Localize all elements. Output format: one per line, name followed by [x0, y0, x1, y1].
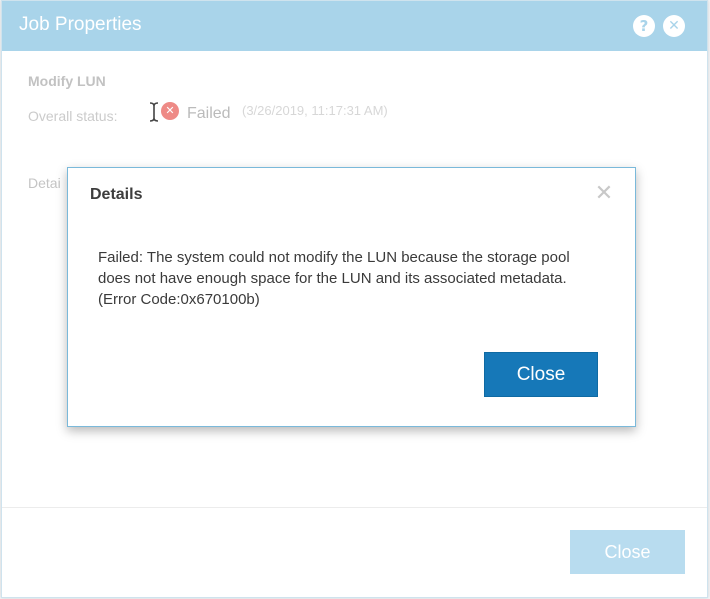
status-timestamp: (3/26/2019, 11:17:31 AM)	[242, 103, 388, 118]
error-icon: ✕	[161, 102, 179, 120]
help-icon[interactable]: ?	[633, 15, 655, 37]
close-icon[interactable]: ✕	[663, 15, 685, 37]
dialog-header: Job Properties ? ✕	[2, 1, 707, 51]
close-icon[interactable]: ✕	[592, 182, 616, 206]
error-message: Failed: The system could not modify the …	[98, 249, 570, 308]
status-value: Failed	[187, 105, 231, 122]
modal-title: Details	[90, 186, 143, 203]
dialog-title: Job Properties	[19, 14, 142, 35]
details-modal: Details ✕ Failed: The system could not m…	[67, 167, 636, 427]
close-button[interactable]: Close	[570, 530, 685, 574]
modal-close-button[interactable]: Close	[484, 352, 598, 397]
status-label: Overall status:	[28, 108, 118, 124]
footer-divider	[2, 507, 707, 508]
job-name: Modify LUN	[28, 73, 106, 89]
text-cursor-icon	[149, 102, 159, 122]
details-label: Detai	[28, 175, 61, 191]
